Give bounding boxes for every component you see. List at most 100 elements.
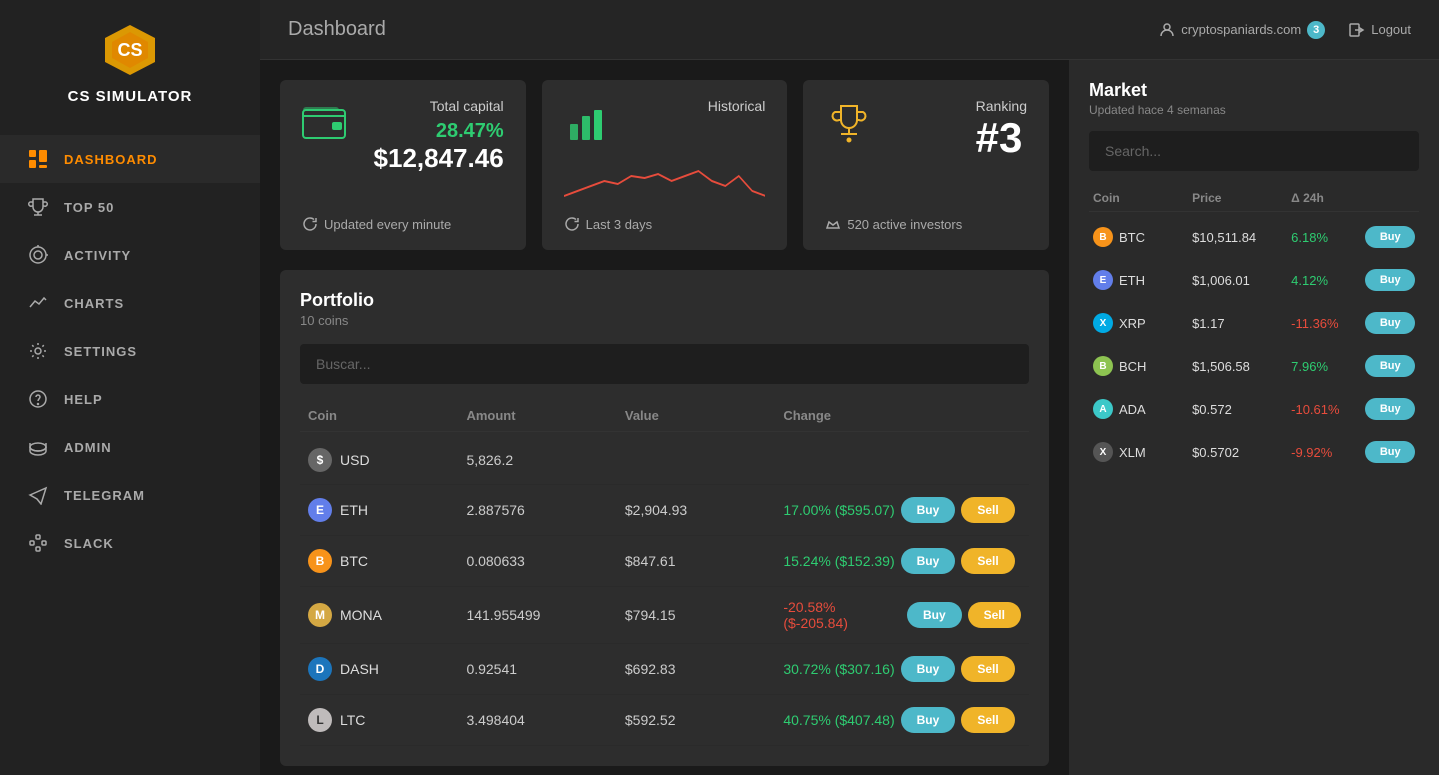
sidebar: CS CS SIMULATOR DASHBOARD TOP 50 ACTIVIT… xyxy=(0,0,260,775)
sidebar-item-help[interactable]: HELP xyxy=(0,375,260,423)
sidebar-item-admin-label: ADMIN xyxy=(64,440,112,455)
amount-eth: 2.887576 xyxy=(466,502,624,518)
coin-cell-dash: D DASH xyxy=(308,657,466,681)
portfolio-search-input[interactable] xyxy=(300,344,1029,384)
sell-button-dash[interactable]: Sell xyxy=(961,656,1014,682)
charts-icon xyxy=(28,293,48,313)
ranking-number: #3 xyxy=(976,114,1027,162)
coin-name-dash: DASH xyxy=(340,661,379,677)
slack-icon xyxy=(28,533,48,553)
market-price-btc: $10,511.84 xyxy=(1192,230,1291,245)
user-menu[interactable]: cryptospaniards.com 3 xyxy=(1159,21,1325,39)
market-dot-xlm: X xyxy=(1093,442,1113,462)
sidebar-item-top50-label: TOP 50 xyxy=(64,200,114,215)
col-value: Value xyxy=(625,408,783,423)
sidebar-item-charts[interactable]: CHARTS xyxy=(0,279,260,327)
total-capital-value: $12,847.46 xyxy=(374,143,504,173)
coin-name-mona: MONA xyxy=(340,607,382,623)
logout-button[interactable]: Logout xyxy=(1349,22,1411,38)
change-mona: -20.58% ($-205.84) xyxy=(783,599,901,631)
buy-button-mona[interactable]: Buy xyxy=(907,602,962,628)
market-change-bch: 7.96% xyxy=(1291,359,1365,374)
total-capital-card: Total capital 28.47% $12,847.46 Updated … xyxy=(280,80,526,250)
header: Dashboard cryptospaniards.com 3 Logout xyxy=(260,0,1439,60)
buy-button-dash[interactable]: Buy xyxy=(901,656,956,682)
market-change-xrp: -11.36% xyxy=(1291,316,1365,331)
btn-actions-btc: Buy Sell xyxy=(901,548,1015,574)
bar-chart-svg xyxy=(566,100,610,144)
change-cell-btc: 15.24% ($152.39) Buy Sell xyxy=(783,548,1021,574)
table-row: B BTC 0.080633 $847.61 15.24% ($152.39) … xyxy=(300,536,1029,587)
market-search-input[interactable] xyxy=(1089,131,1419,171)
sidebar-item-activity-label: ACTIVITY xyxy=(64,248,131,263)
change-eth: 17.00% ($595.07) xyxy=(783,502,894,518)
market-buy-button-ada[interactable]: Buy xyxy=(1365,398,1415,420)
btn-actions-eth: Buy Sell xyxy=(901,497,1015,523)
btn-actions-dash: Buy Sell xyxy=(901,656,1015,682)
ranking-trophy-icon xyxy=(825,98,873,146)
buy-button-eth[interactable]: Buy xyxy=(901,497,956,523)
activity-icon xyxy=(28,245,48,265)
total-capital-subtitle: Updated every minute xyxy=(302,216,504,232)
sell-button-ltc[interactable]: Sell xyxy=(961,707,1014,733)
table-row: L LTC 3.498404 $592.52 40.75% ($407.48) … xyxy=(300,695,1029,746)
market-coin-cell-xlm: X XLM xyxy=(1093,442,1192,462)
total-capital-title: Total capital xyxy=(346,98,504,114)
change-btc: 15.24% ($152.39) xyxy=(783,553,894,569)
col-change: Change xyxy=(783,408,1021,423)
market-row: X XLM $0.5702 -9.92% Buy xyxy=(1089,431,1419,474)
buy-button-btc[interactable]: Buy xyxy=(901,548,956,574)
logout-label: Logout xyxy=(1371,22,1411,37)
market-col-coin: Coin xyxy=(1093,191,1192,205)
content: Total capital 28.47% $12,847.46 Updated … xyxy=(260,60,1439,775)
sell-button-eth[interactable]: Sell xyxy=(961,497,1014,523)
market-buy-button-bch[interactable]: Buy xyxy=(1365,355,1415,377)
sell-button-btc[interactable]: Sell xyxy=(961,548,1014,574)
coin-name-usd: USD xyxy=(340,452,370,468)
value-mona: $794.15 xyxy=(625,607,783,623)
table-row: $ USD 5,826.2 xyxy=(300,436,1029,485)
sell-button-mona[interactable]: Sell xyxy=(968,602,1021,628)
amount-mona: 141.955499 xyxy=(466,607,624,623)
sidebar-item-settings[interactable]: SETTINGS xyxy=(0,327,260,375)
market-buy-button-eth[interactable]: Buy xyxy=(1365,269,1415,291)
change-ltc: 40.75% ($407.48) xyxy=(783,712,894,728)
btn-actions-ltc: Buy Sell xyxy=(901,707,1015,733)
sidebar-item-activity[interactable]: ACTIVITY xyxy=(0,231,260,279)
trophy-svg xyxy=(827,100,871,144)
coin-dot-mona: M xyxy=(308,603,332,627)
historical-chart xyxy=(564,146,766,216)
coin-dot-usd: $ xyxy=(308,448,332,472)
sidebar-item-slack[interactable]: SLACK xyxy=(0,519,260,567)
market-subtitle: Updated hace 4 semanas xyxy=(1089,103,1419,117)
notification-badge: 3 xyxy=(1307,21,1325,39)
sidebar-item-help-label: HELP xyxy=(64,392,103,407)
ranking-card: Ranking #3 520 active investors xyxy=(803,80,1049,250)
wallet-svg xyxy=(302,104,346,140)
market-col-change: Δ 24h xyxy=(1291,191,1365,205)
sidebar-item-admin[interactable]: ADMIN xyxy=(0,423,260,471)
buy-button-ltc[interactable]: Buy xyxy=(901,707,956,733)
sidebar-item-telegram[interactable]: TELEGRAM xyxy=(0,471,260,519)
amount-btc: 0.080633 xyxy=(466,553,624,569)
sidebar-item-top50[interactable]: TOP 50 xyxy=(0,183,260,231)
market-row: B BCH $1,506.58 7.96% Buy xyxy=(1089,345,1419,388)
market-buy-button-xrp[interactable]: Buy xyxy=(1365,312,1415,334)
coin-cell-usd: $ USD xyxy=(308,448,466,472)
market-price-xrp: $1.17 xyxy=(1192,316,1291,331)
market-dot-btc: B xyxy=(1093,227,1113,247)
market-row: E ETH $1,006.01 4.12% Buy xyxy=(1089,259,1419,302)
change-cell-dash: 30.72% ($307.16) Buy Sell xyxy=(783,656,1021,682)
nav-items: DASHBOARD TOP 50 ACTIVITY CHARTS SETTING… xyxy=(0,135,260,567)
market-row: B BTC $10,511.84 6.18% Buy xyxy=(1089,216,1419,259)
market-buy-button-xlm[interactable]: Buy xyxy=(1365,441,1415,463)
market-buy-button-btc[interactable]: Buy xyxy=(1365,226,1415,248)
admin-icon xyxy=(28,437,48,457)
market-price-xlm: $0.5702 xyxy=(1192,445,1291,460)
table-row: D DASH 0.92541 $692.83 30.72% ($307.16) … xyxy=(300,644,1029,695)
market-dot-xrp: X xyxy=(1093,313,1113,333)
sidebar-item-dashboard[interactable]: DASHBOARD xyxy=(0,135,260,183)
value-dash: $692.83 xyxy=(625,661,783,677)
portfolio-subtitle: 10 coins xyxy=(300,313,1029,328)
left-panel: Total capital 28.47% $12,847.46 Updated … xyxy=(260,60,1069,775)
